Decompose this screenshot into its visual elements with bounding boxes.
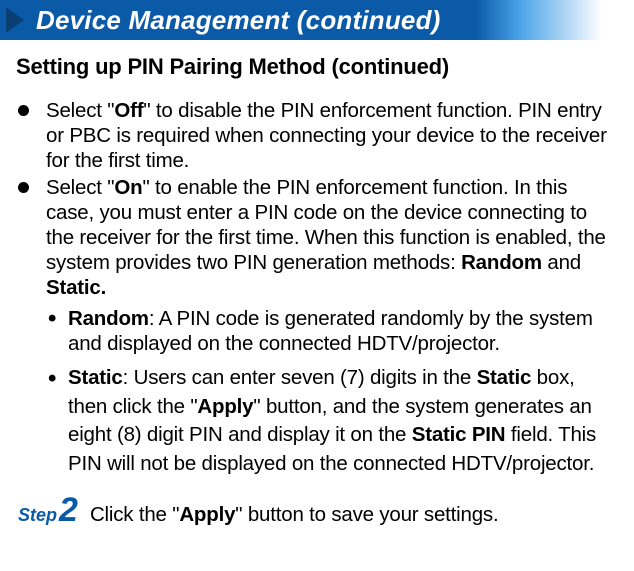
text: : Users can enter seven (7) digits in th… bbox=[123, 366, 477, 389]
bold-text: Static bbox=[477, 366, 532, 389]
text: and bbox=[542, 251, 581, 274]
bold-text: Off bbox=[114, 99, 143, 122]
list-item: Select "On" to enable the PIN enforcemen… bbox=[16, 175, 618, 300]
step-number: 2 bbox=[59, 493, 78, 527]
bold-text: Static PIN bbox=[412, 423, 506, 446]
sub-heading: Setting up PIN Pairing Method (continued… bbox=[16, 54, 618, 80]
list-item: Static: Users can enter seven (7) digits… bbox=[46, 364, 618, 479]
bold-text: Apply bbox=[179, 503, 235, 526]
chevron-right-icon bbox=[6, 7, 28, 33]
list-item: Random: A PIN code is generated randomly… bbox=[46, 306, 618, 356]
text: Select " bbox=[46, 99, 114, 122]
bullet-list: Select "Off" to disable the PIN enforcem… bbox=[16, 98, 618, 300]
bold-text: On bbox=[114, 176, 142, 199]
list-item: Select "Off" to disable the PIN enforcem… bbox=[16, 98, 618, 173]
bold-text: Apply bbox=[197, 395, 253, 418]
step-label: Step bbox=[18, 505, 57, 526]
sub-bullet-list: Random: A PIN code is generated randomly… bbox=[46, 306, 618, 479]
step-row: Step 2 Click the "Apply" button to save … bbox=[16, 493, 618, 527]
step-instruction: Click the "Apply" button to save your se… bbox=[90, 503, 499, 527]
bold-text: Random bbox=[461, 251, 542, 274]
bold-text: Static bbox=[68, 366, 123, 389]
bold-text: Random bbox=[68, 307, 149, 330]
bold-text: Static. bbox=[46, 276, 106, 299]
text: Select " bbox=[46, 176, 114, 199]
text: " button to save your settings. bbox=[235, 503, 498, 526]
section-title: Device Management (continued) bbox=[36, 5, 441, 36]
text: Click the " bbox=[90, 503, 179, 526]
content-area: Setting up PIN Pairing Method (continued… bbox=[0, 40, 634, 527]
section-header: Device Management (continued) bbox=[0, 0, 634, 40]
